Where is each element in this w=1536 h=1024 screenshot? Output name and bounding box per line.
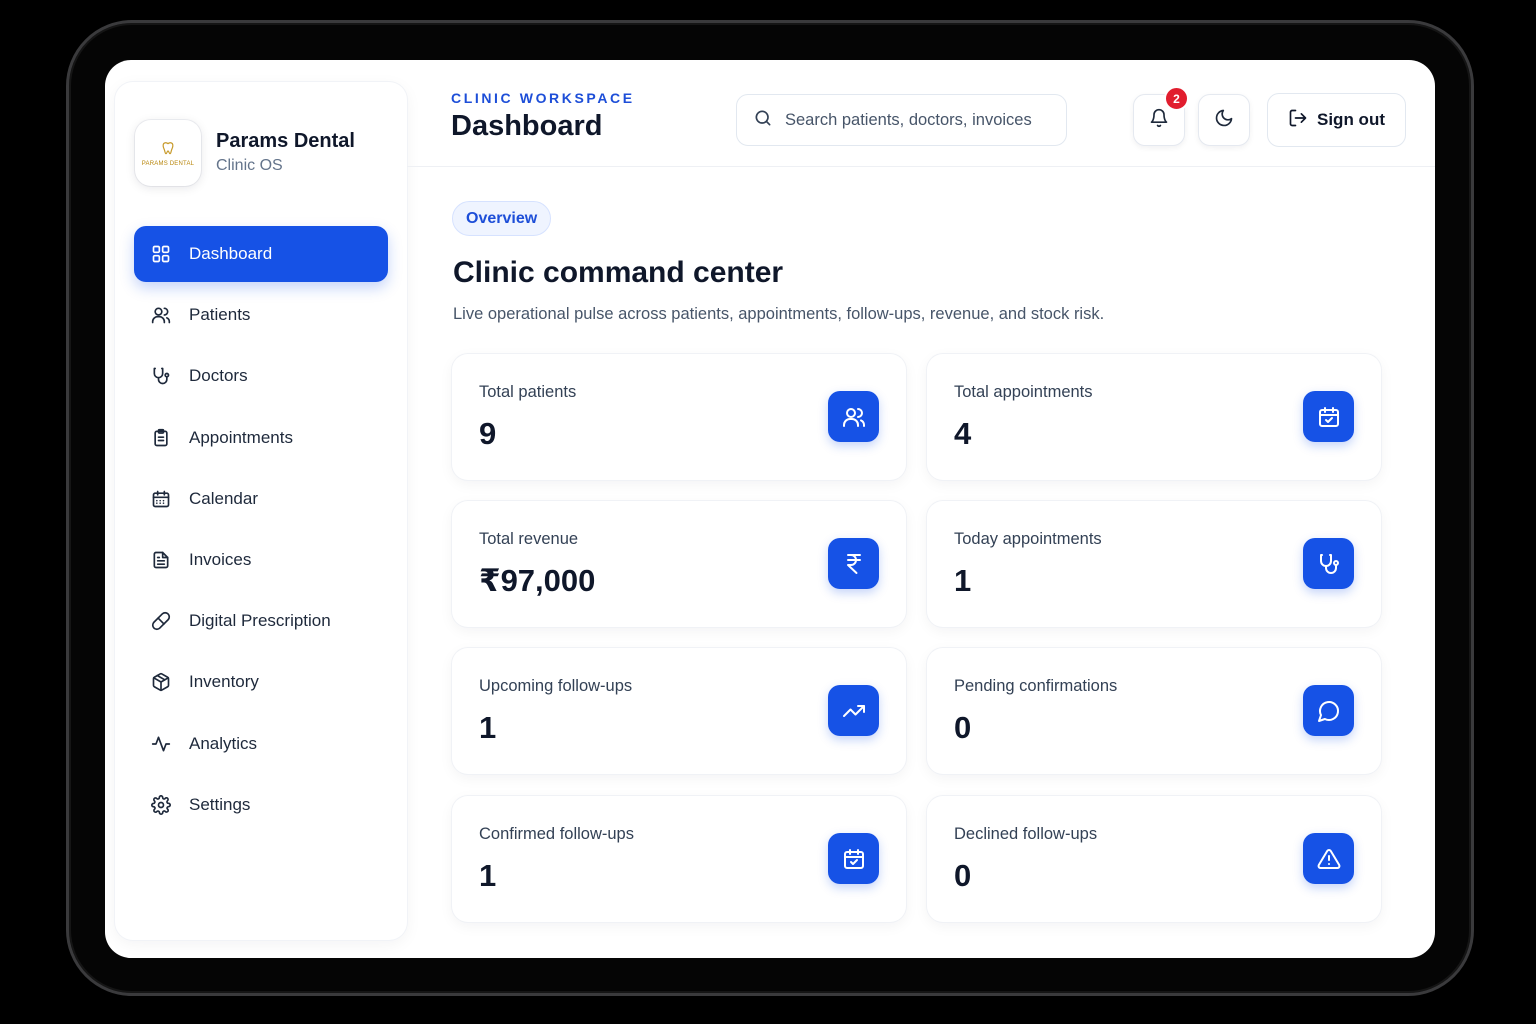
calendar-icon	[150, 488, 172, 510]
sidebar-item-label: Dashboard	[189, 244, 273, 263]
card-value: 1	[479, 710, 497, 745]
sidebar-item-label: Inventory	[189, 672, 259, 692]
sign-out-label: Sign out	[1317, 110, 1385, 129]
workspace-eyebrow: CLINIC WORKSPACE	[451, 90, 635, 106]
bell-icon	[1149, 108, 1169, 133]
app-screen: PARAMS DENTAL Params Dental Clinic OS Da…	[105, 60, 1435, 958]
sidebar-item-digital-prescription[interactable]: Digital Prescription	[134, 593, 388, 649]
calendar-check-icon	[1303, 391, 1354, 442]
logo-text: PARAMS DENTAL	[141, 160, 195, 167]
sidebar-item-doctors[interactable]: Doctors	[134, 348, 388, 404]
sidebar-item-inventory[interactable]: Inventory	[134, 654, 388, 710]
sidebar-item-analytics[interactable]: Analytics	[134, 716, 388, 772]
trending-up-icon	[828, 685, 879, 736]
top-header: CLINIC WORKSPACE Dashboard 2 Sign out	[407, 60, 1435, 167]
card-value: 0	[954, 858, 972, 893]
card-value: 0	[954, 710, 972, 745]
grid-icon	[150, 243, 172, 265]
stat-card-total-revenue[interactable]: Total revenue ₹97,000	[452, 501, 906, 627]
stat-card-upcoming-follow-ups[interactable]: Upcoming follow-ups 1	[452, 648, 906, 774]
stat-card-total-appointments[interactable]: Total appointments 4	[927, 354, 1381, 480]
moon-icon	[1214, 108, 1234, 133]
tooth-icon	[160, 140, 176, 159]
card-value: 1	[479, 858, 497, 893]
card-value: 1	[954, 563, 972, 598]
card-label: Pending confirmations	[954, 677, 1118, 695]
stat-card-confirmed-follow-ups[interactable]: Confirmed follow-ups 1	[452, 796, 906, 922]
pill-icon	[150, 610, 172, 632]
sidebar-item-calendar[interactable]: Calendar	[134, 471, 388, 527]
activity-icon	[150, 733, 172, 755]
sidebar-nav: Dashboard Patients Doctors Appointments	[134, 226, 388, 838]
users-icon	[828, 391, 879, 442]
users-icon	[150, 304, 172, 326]
card-value: ₹97,000	[479, 563, 596, 598]
sidebar-item-appointments[interactable]: Appointments	[134, 410, 388, 466]
card-label: Today appointments	[954, 530, 1102, 548]
card-value: 9	[479, 416, 497, 451]
notification-badge: 2	[1164, 86, 1189, 111]
sidebar: PARAMS DENTAL Params Dental Clinic OS Da…	[115, 82, 407, 940]
sidebar-item-dashboard[interactable]: Dashboard	[134, 226, 388, 282]
card-label: Declined follow-ups	[954, 825, 1098, 843]
sidebar-item-label: Appointments	[189, 427, 293, 447]
page-title: Dashboard	[451, 110, 603, 142]
card-value: 4	[954, 416, 972, 451]
section-description: Live operational pulse across patients, …	[453, 305, 1105, 323]
brand[interactable]: PARAMS DENTAL Params Dental Clinic OS	[135, 120, 355, 186]
clipboard-icon	[150, 427, 172, 449]
overview-pill: Overview	[452, 201, 552, 236]
sidebar-item-label: Invoices	[189, 549, 252, 569]
card-label: Total patients	[479, 383, 577, 401]
search-icon	[753, 108, 773, 133]
brand-name: Params Dental	[216, 130, 355, 152]
alert-triangle-icon	[1303, 833, 1354, 884]
card-label: Upcoming follow-ups	[479, 677, 633, 695]
sidebar-item-label: Analytics	[189, 733, 258, 753]
card-label: Confirmed follow-ups	[479, 825, 634, 843]
section-title: Clinic command center	[453, 256, 784, 289]
box-icon	[150, 671, 172, 693]
stat-card-total-patients[interactable]: Total patients 9	[452, 354, 906, 480]
rupee-icon	[828, 538, 879, 589]
calendar-check-icon	[828, 833, 879, 884]
sidebar-item-label: Doctors	[189, 366, 248, 386]
stat-card-pending-confirmations[interactable]: Pending confirmations 0	[927, 648, 1381, 774]
sidebar-item-label: Digital Prescription	[189, 611, 331, 631]
card-label: Total revenue	[479, 530, 579, 548]
gear-icon	[150, 794, 172, 816]
theme-toggle-button[interactable]	[1198, 94, 1250, 146]
log-out-icon	[1288, 108, 1317, 133]
sidebar-item-settings[interactable]: Settings	[134, 777, 388, 833]
stethoscope-icon	[1303, 538, 1354, 589]
sidebar-item-label: Calendar	[189, 488, 258, 508]
card-label: Total appointments	[954, 383, 1093, 401]
message-circle-icon	[1303, 685, 1354, 736]
sidebar-item-label: Settings	[189, 794, 251, 814]
stethoscope-icon	[150, 365, 172, 387]
sidebar-item-patients[interactable]: Patients	[134, 287, 388, 343]
sidebar-item-label: Patients	[189, 305, 251, 325]
clinic-logo: PARAMS DENTAL	[135, 120, 201, 186]
stat-card-today-appointments[interactable]: Today appointments 1	[927, 501, 1381, 627]
file-text-icon	[150, 549, 172, 571]
stat-card-declined-follow-ups[interactable]: Declined follow-ups 0	[927, 796, 1381, 922]
search-box[interactable]	[736, 94, 1067, 146]
sign-out-button[interactable]: Sign out	[1267, 93, 1406, 147]
search-input[interactable]	[785, 110, 1055, 130]
sidebar-item-invoices[interactable]: Invoices	[134, 532, 388, 588]
brand-subtitle: Clinic OS	[216, 157, 283, 174]
